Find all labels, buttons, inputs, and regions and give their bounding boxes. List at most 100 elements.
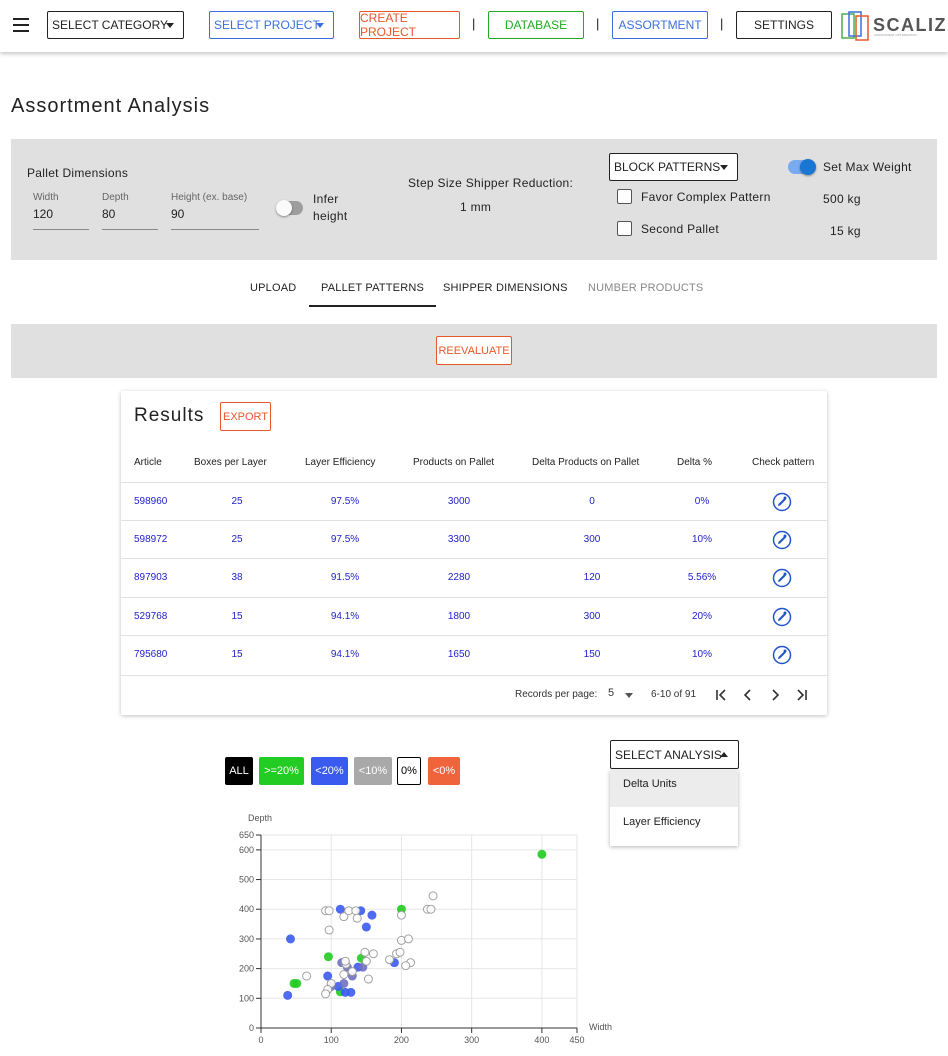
- article-link[interactable]: 598972: [134, 534, 167, 545]
- analysis-menu: Delta Units Layer Efficiency: [610, 770, 738, 846]
- scatter-point: [363, 974, 373, 984]
- top-bar: SELECT CATEGORY SELECT PROJECT CREATE PR…: [0, 0, 948, 52]
- scatter-point: [324, 925, 334, 935]
- filter-button[interactable]: ALL: [225, 757, 253, 785]
- database-button[interactable]: DATABASE: [488, 11, 584, 39]
- scatter-point: [292, 978, 302, 988]
- infer-height-knob: [276, 200, 292, 216]
- y-tick-label: 300: [239, 934, 254, 944]
- export-button[interactable]: EXPORT: [220, 402, 271, 431]
- column-header-boxes-per-layer: Boxes per Layer: [194, 457, 267, 468]
- caret-up-icon: [720, 752, 728, 757]
- last-page-icon[interactable]: [795, 688, 809, 702]
- tab-shipper-dimensions[interactable]: SHIPPER DIMENSIONS: [443, 282, 568, 294]
- table-cell: 120: [583, 572, 601, 583]
- select-category-label: SELECT CATEGORY: [52, 18, 169, 32]
- article-link[interactable]: 598960: [134, 496, 167, 507]
- y-tick-label: 200: [239, 964, 254, 974]
- width-field[interactable]: 120: [33, 207, 53, 221]
- table-cell: 94.1%: [330, 649, 360, 660]
- filter-button[interactable]: <10%: [354, 757, 392, 785]
- table-cell: 1800: [447, 611, 471, 622]
- infer-height-label-line1: Infer: [313, 192, 339, 206]
- filter-button[interactable]: <20%: [311, 757, 348, 785]
- second-pallet-checkbox[interactable]: [617, 221, 632, 236]
- filter-button[interactable]: <0%: [428, 757, 460, 785]
- height-field[interactable]: 90: [171, 207, 184, 221]
- hamburger-menu-icon[interactable]: [13, 18, 29, 32]
- table-row: 598960 25 97.5% 3000 0 0%: [121, 482, 827, 520]
- select-analysis-dropdown[interactable]: SELECT ANALYSIS: [610, 740, 739, 769]
- first-page-icon[interactable]: [714, 688, 728, 702]
- block-patterns-label: BLOCK PATTERNS: [614, 160, 721, 174]
- check-pattern-icon[interactable]: [772, 645, 792, 665]
- pallet-dimensions-label: Pallet Dimensions: [27, 166, 129, 180]
- tab-upload[interactable]: UPLOAD: [250, 282, 296, 294]
- analysis-option-delta-units[interactable]: Delta Units: [610, 770, 738, 807]
- reevaluate-bar: REEVALUATE: [11, 324, 937, 378]
- set-max-weight-knob: [800, 159, 816, 175]
- table-cell: 10%: [691, 534, 713, 545]
- height-underline: [171, 229, 259, 230]
- scatter-point: [395, 947, 405, 957]
- analysis-option-layer-efficiency[interactable]: Layer Efficiency: [610, 808, 738, 845]
- block-patterns-dropdown[interactable]: BLOCK PATTERNS: [609, 153, 738, 181]
- caret-down-icon: [720, 165, 728, 170]
- next-page-icon[interactable]: [768, 688, 782, 702]
- scatter-point: [321, 989, 331, 999]
- depth-label: Depth: [102, 192, 129, 203]
- separator: |: [596, 16, 600, 31]
- scatter-point: [426, 904, 436, 914]
- table-cell: 10%: [691, 649, 713, 660]
- article-link[interactable]: 795680: [134, 649, 167, 660]
- table-cell: 97.5%: [330, 496, 360, 507]
- tab-number-products: NUMBER PRODUCTS: [588, 282, 704, 294]
- scatter-point: [396, 910, 406, 920]
- select-project-label: SELECT PROJECT: [214, 18, 320, 32]
- table-row: 529768 15 94.1% 1800 300 20%: [121, 597, 827, 635]
- assortment-button[interactable]: ASSORTMENT: [612, 11, 708, 39]
- reevaluate-button[interactable]: REEVALUATE: [436, 336, 512, 365]
- x-tick-label: 200: [394, 1035, 409, 1045]
- depth-field[interactable]: 80: [102, 207, 115, 221]
- check-pattern-icon[interactable]: [772, 492, 792, 512]
- scatter-point: [352, 913, 362, 923]
- x-tick-label: 100: [324, 1035, 339, 1045]
- table-cell: 0%: [694, 496, 710, 507]
- settings-button[interactable]: SETTINGS: [736, 11, 832, 39]
- settings-panel: Pallet Dimensions Width 120 Depth 80 Hei…: [11, 139, 937, 260]
- table-cell: 2280: [447, 572, 471, 583]
- article-link[interactable]: 897903: [134, 572, 167, 583]
- records-per-page-select[interactable]: 5: [608, 687, 614, 699]
- favor-complex-label: Favor Complex Pattern: [641, 190, 771, 204]
- table-cell: 0: [589, 496, 595, 507]
- check-pattern-icon[interactable]: [772, 568, 792, 588]
- scatter-point: [403, 934, 413, 944]
- filter-button[interactable]: 0%: [397, 757, 421, 785]
- y-tick-label: 0: [249, 1023, 254, 1033]
- check-pattern-icon[interactable]: [772, 530, 792, 550]
- create-project-button[interactable]: CREATE PROJECT: [359, 11, 460, 39]
- table-cell: 38: [231, 572, 243, 583]
- depth-underline: [102, 229, 158, 230]
- favor-complex-checkbox[interactable]: [617, 189, 632, 204]
- caret-down-icon: [166, 23, 174, 28]
- y-tick-label: 100: [239, 993, 254, 1003]
- table-cell: 150: [583, 649, 601, 660]
- logo-mark-icon: [841, 11, 869, 41]
- max-weight-value-2: 15 kg: [830, 224, 861, 238]
- check-pattern-icon[interactable]: [772, 607, 792, 627]
- tab-pallet-patterns[interactable]: PALLET PATTERNS: [309, 282, 437, 307]
- previous-page-icon[interactable]: [741, 688, 755, 702]
- table-row: 795680 15 94.1% 1650 150 10%: [121, 635, 827, 673]
- article-link[interactable]: 529768: [134, 611, 167, 622]
- scatter-point: [340, 956, 350, 966]
- select-category-dropdown[interactable]: SELECT CATEGORY: [47, 11, 184, 39]
- table-pagination: Records per page: 5 6-10 of 91: [121, 675, 827, 715]
- scatter-point: [323, 971, 333, 981]
- results-card: Results EXPORT Article Boxes per Layer L…: [121, 391, 827, 715]
- table-cell: 5.56%: [687, 572, 717, 583]
- filter-button[interactable]: >=20%: [259, 757, 304, 785]
- select-project-dropdown[interactable]: SELECT PROJECT: [209, 11, 334, 39]
- table-cell: 3000: [447, 496, 471, 507]
